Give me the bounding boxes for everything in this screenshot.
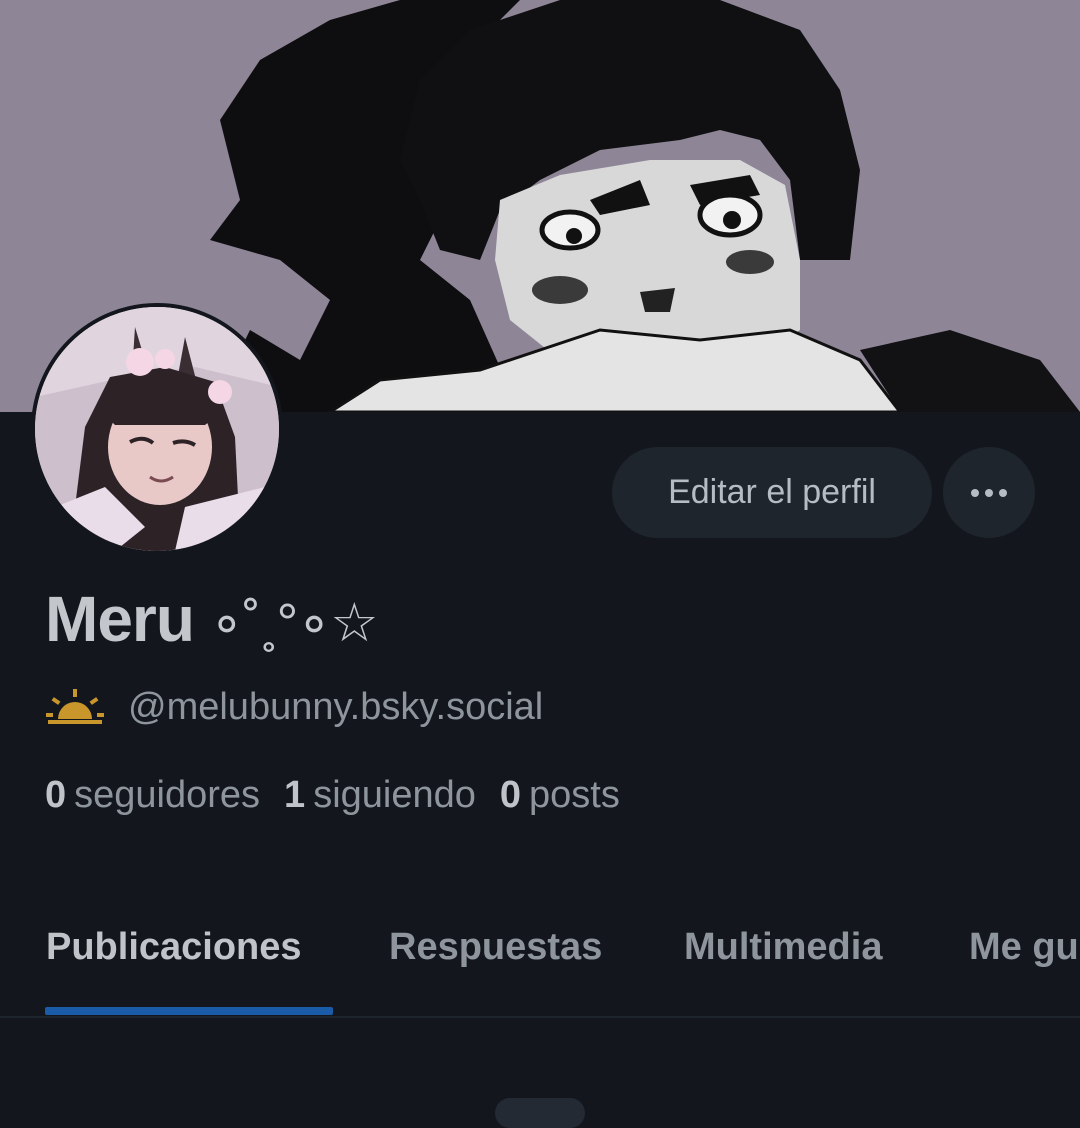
display-name: Meru ∘˚˳°∘☆	[45, 582, 379, 656]
followers-stat[interactable]: 0 seguidores	[45, 774, 260, 817]
followers-count: 0	[45, 773, 67, 816]
ellipsis-icon	[971, 488, 1007, 497]
tab-multimedia[interactable]: Multimedia	[684, 926, 882, 969]
more-options-button[interactable]	[943, 447, 1035, 538]
tab-me-gusta[interactable]: Me gusta	[969, 926, 1080, 969]
content-placeholder	[495, 1098, 585, 1128]
following-label: siguiendo	[313, 773, 476, 816]
posts-stat: 0 posts	[500, 774, 620, 817]
sun-icon	[46, 689, 104, 724]
following-count: 1	[284, 773, 306, 816]
edit-profile-label: Editar el perfil	[668, 473, 876, 511]
tab-publicaciones[interactable]: Publicaciones	[46, 926, 302, 969]
followers-label: seguidores	[74, 773, 261, 816]
avatar[interactable]	[31, 303, 283, 555]
edit-profile-button[interactable]: Editar el perfil	[612, 447, 932, 538]
following-stat[interactable]: 1 siguiendo	[284, 774, 476, 817]
posts-count: 0	[499, 773, 522, 816]
display-name-decoration: ∘˚˳°∘☆	[209, 593, 379, 653]
profile-tabs: Publicaciones Respuestas Multimedia Me g…	[0, 912, 1080, 1018]
posts-label: posts	[529, 773, 620, 816]
handle-row: @melubunny.bsky.social	[46, 684, 543, 730]
active-tab-indicator	[45, 1007, 333, 1015]
tab-respuestas[interactable]: Respuestas	[389, 926, 602, 969]
display-name-text: Meru	[45, 583, 195, 655]
profile-stats: 0 seguidores 1 siguiendo 0 posts	[45, 770, 644, 820]
avatar-image	[35, 307, 279, 551]
handle-text: @melubunny.bsky.social	[128, 685, 544, 728]
